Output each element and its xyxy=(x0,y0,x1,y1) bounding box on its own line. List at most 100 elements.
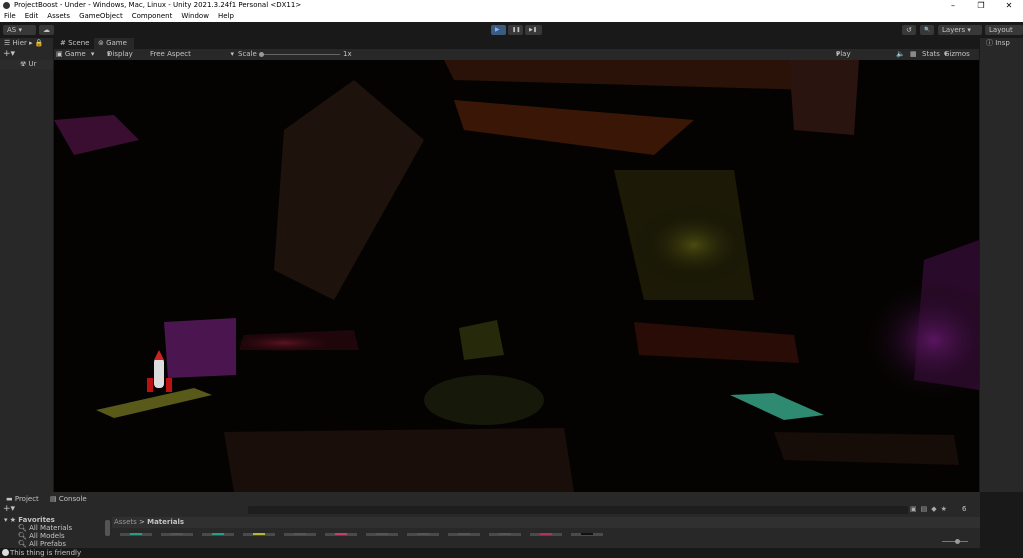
history-icon[interactable]: ↺ xyxy=(902,25,916,35)
game-view[interactable] xyxy=(54,60,1004,492)
fav-label: All Materials xyxy=(29,524,73,532)
hierarchy-tab-label: Hier xyxy=(12,39,27,47)
filter-icons[interactable]: ▣▤◆★ xyxy=(910,505,951,513)
inspector-panel: ⓘ Insp xyxy=(980,38,1023,492)
menu-window[interactable]: Window xyxy=(181,11,209,22)
launch-pad xyxy=(96,388,212,418)
gizmos-dropdown[interactable]: Gizmos ▾ xyxy=(944,49,970,60)
material-swatch xyxy=(171,533,183,535)
favorites-tree: ▾ ★ Favorites 🔍︎ All Materials 🔍︎ All Mo… xyxy=(4,516,72,548)
material-thumbnail[interactable] xyxy=(407,533,439,536)
material-swatch xyxy=(294,533,306,535)
rocket-nose xyxy=(154,350,164,360)
mute-audio-icon[interactable]: 🔈 xyxy=(896,49,905,60)
scene-item-label: Ur xyxy=(28,60,37,68)
minimize-button[interactable]: – xyxy=(939,0,967,11)
material-thumbnail[interactable] xyxy=(325,533,357,536)
scale-label: Scale xyxy=(238,50,257,58)
scale-slider-handle[interactable] xyxy=(259,52,264,57)
block xyxy=(54,115,139,155)
status-message[interactable]: This thing is friendly xyxy=(10,549,81,557)
add-icon[interactable]: +▾ xyxy=(3,49,15,59)
tab-scene[interactable]: # Scene xyxy=(56,38,93,49)
material-swatch xyxy=(499,533,511,535)
hierarchy-panel: ☰ Hier ▸ 🔒 +▾ ☢ Ur xyxy=(0,38,53,492)
landing-pad xyxy=(730,393,824,420)
step-button[interactable]: ▶❚ xyxy=(525,25,542,35)
unity-logo-icon xyxy=(3,2,10,9)
tab-inspector[interactable]: ⓘ Insp xyxy=(982,38,1014,49)
tab-hierarchy[interactable]: ☰ Hier ▸ 🔒 xyxy=(0,38,48,49)
cloud-icon[interactable]: ☁ xyxy=(39,25,54,35)
create-icon[interactable]: +▾ xyxy=(3,504,15,514)
search-icon[interactable]: 🔍 xyxy=(920,25,934,35)
account-button[interactable]: AS ▾ xyxy=(3,25,36,35)
play-button[interactable]: ▶ xyxy=(491,25,506,35)
material-swatch xyxy=(458,533,470,535)
stats-button[interactable]: Stats xyxy=(922,49,940,60)
menu-gameobject[interactable]: GameObject xyxy=(79,11,123,22)
fav-label: All Models xyxy=(29,532,65,540)
material-thumbnail[interactable] xyxy=(530,533,562,536)
close-button[interactable]: ✕ xyxy=(995,0,1023,11)
breadcrumb-materials[interactable]: Materials xyxy=(147,518,184,526)
aspect-label: Free Aspect xyxy=(150,50,191,58)
game-scene-render xyxy=(54,60,1004,492)
favorites-header[interactable]: ▾ ★ Favorites xyxy=(4,516,72,524)
block xyxy=(789,60,859,135)
menu-edit[interactable]: Edit xyxy=(25,11,39,22)
scene-item[interactable]: ☢ Ur xyxy=(0,60,53,69)
hidden-count[interactable]: 6 xyxy=(962,505,966,513)
search-input[interactable] xyxy=(248,506,908,514)
stats-icon[interactable]: ▦ xyxy=(910,49,917,60)
material-thumbnail[interactable] xyxy=(571,533,603,536)
material-thumbnail[interactable] xyxy=(243,533,275,536)
fav-all-prefabs[interactable]: 🔍︎ All Prefabs xyxy=(4,540,72,548)
play-focused-dropdown[interactable]: Play Focused ▾ xyxy=(836,49,865,69)
block xyxy=(774,432,959,465)
menu-component[interactable]: Component xyxy=(132,11,173,22)
material-swatch xyxy=(335,533,347,535)
material-grid xyxy=(120,533,603,536)
rocket-leg xyxy=(166,378,172,392)
material-thumbnail[interactable] xyxy=(284,533,316,536)
game-view-toolbar: ▣ Game▾ Display 1 ▾ Free Aspect▾ Scale 1… xyxy=(54,49,979,69)
material-swatch xyxy=(130,533,142,535)
tab-game[interactable]: ⊚ Game xyxy=(94,38,134,49)
material-thumbnail[interactable] xyxy=(161,533,193,536)
game-tab-label: Game xyxy=(106,39,127,47)
title-bar: ProjectBoost - Under - Windows, Mac, Lin… xyxy=(0,0,1023,11)
material-swatch xyxy=(540,533,552,535)
status-bar: This thing is friendly xyxy=(0,548,1023,558)
menu-help[interactable]: Help xyxy=(218,11,234,22)
material-swatch xyxy=(417,533,429,535)
fav-all-materials[interactable]: 🔍︎ All Materials xyxy=(4,524,72,532)
material-thumbnail[interactable] xyxy=(448,533,480,536)
material-swatch xyxy=(253,533,265,535)
icon-size-handle[interactable] xyxy=(955,539,960,544)
menu-file[interactable]: File xyxy=(4,11,16,22)
game-mode-dropdown[interactable]: ▣ Game ▾ xyxy=(56,49,94,60)
maximize-button[interactable]: ❐ xyxy=(967,0,995,11)
scene-tab-label: Scene xyxy=(68,39,90,47)
layers-dropdown[interactable]: Layers ▾ xyxy=(938,25,982,35)
block xyxy=(454,100,694,155)
layout-dropdown[interactable]: Layout xyxy=(985,25,1023,35)
breadcrumb-assets[interactable]: Assets xyxy=(114,518,137,526)
fav-all-models[interactable]: 🔍︎ All Models xyxy=(4,532,72,540)
material-thumbnail[interactable] xyxy=(120,533,152,536)
display-dropdown[interactable]: Display 1 ▾ xyxy=(107,49,133,69)
breadcrumb: Assets > Materials xyxy=(112,517,980,528)
material-swatch xyxy=(581,533,593,535)
material-thumbnail[interactable] xyxy=(489,533,521,536)
pause-button[interactable]: ❚❚ xyxy=(508,25,523,35)
tab-console[interactable]: ▤ Console xyxy=(46,494,91,505)
info-icon xyxy=(2,549,9,556)
layers-label: Layers xyxy=(942,26,966,34)
tree-scrollbar[interactable] xyxy=(105,520,110,536)
view-tabs: # Scene ⊚ Game xyxy=(54,38,979,49)
material-thumbnail[interactable] xyxy=(202,533,234,536)
scale-slider[interactable] xyxy=(260,54,340,55)
menu-assets[interactable]: Assets xyxy=(47,11,70,22)
material-thumbnail[interactable] xyxy=(366,533,398,536)
